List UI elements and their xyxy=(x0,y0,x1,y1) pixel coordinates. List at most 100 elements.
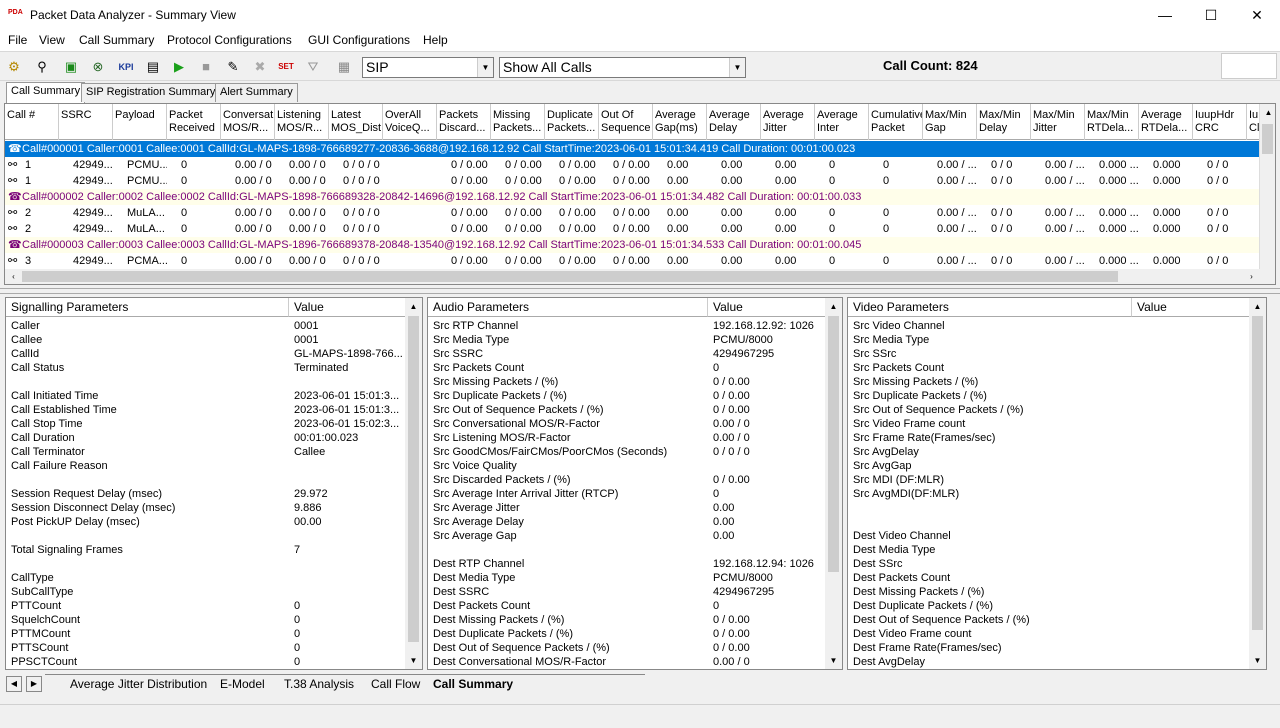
tab-t38-analysis[interactable]: T.38 Analysis xyxy=(284,675,354,693)
chevron-down-icon[interactable]: ▼ xyxy=(477,58,493,77)
scroll-down-icon[interactable]: ▼ xyxy=(825,652,842,669)
panel-splitter[interactable] xyxy=(0,288,1280,294)
scroll-up-icon[interactable]: ▲ xyxy=(1260,104,1275,121)
column-header[interactable]: Missing Packets... xyxy=(491,104,545,140)
column-header[interactable]: Max/Min RTDela... xyxy=(1085,104,1139,140)
column-header[interactable]: Average RTDela... xyxy=(1139,104,1193,140)
stop-icon[interactable]: ■ xyxy=(196,57,216,77)
menu-view[interactable]: View xyxy=(39,33,65,47)
column-header[interactable]: Payload xyxy=(113,104,167,140)
stream-row[interactable]: ⚯ 2 42949... MuLA... 0 0.00 / 0 0.00 / 0 0 / 0 … xyxy=(5,205,1267,221)
menu-protocol-configurations[interactable]: Protocol Configurations xyxy=(167,33,292,47)
menu-file[interactable]: File xyxy=(8,33,27,47)
play-icon[interactable]: ▶ xyxy=(169,57,189,77)
stream-row[interactable]: ⚯ 2 42949... MuLA... 0 0.00 / 0 0.00 / 0 0 / 0 … xyxy=(5,221,1267,237)
stream-row[interactable]: ⚯ 3 42949... PCMA... 0 0.00 / 0 0.00 / 0 0 / 0 … xyxy=(5,253,1267,269)
tab-call-summary-bottom[interactable]: Call Summary xyxy=(433,675,513,693)
stream-row[interactable]: ⚯ 1 42949... PCMU... 0 0.00 / 0 0.00 / 0 0 / 0 … xyxy=(5,173,1267,189)
scroll-thumb[interactable] xyxy=(1262,124,1273,154)
search-icon[interactable]: ⚲ xyxy=(32,57,52,77)
column-header[interactable]: Duplicate Packets... xyxy=(545,104,599,140)
scroll-up-icon[interactable]: ▲ xyxy=(825,298,842,315)
chevron-down-icon[interactable]: ▼ xyxy=(729,58,745,77)
scroll-up-icon[interactable]: ▲ xyxy=(405,298,422,315)
column-header[interactable]: Packets Discard... xyxy=(437,104,491,140)
tab-scroll-right-icon[interactable]: ▶ xyxy=(26,676,42,692)
signalling-value-header[interactable]: Value xyxy=(289,298,407,317)
column-header[interactable]: Out Of Sequence xyxy=(599,104,653,140)
scroll-thumb[interactable] xyxy=(828,316,839,572)
grid-cell: 0 xyxy=(829,175,836,187)
parameter-value xyxy=(294,529,406,543)
filter-icon[interactable]: ✖ xyxy=(250,57,270,77)
scroll-thumb[interactable] xyxy=(1252,316,1263,630)
column-header[interactable]: Call # xyxy=(5,104,59,140)
scroll-thumb[interactable] xyxy=(408,316,419,642)
grid-vertical-scrollbar[interactable]: ▲ xyxy=(1259,104,1275,270)
menu-gui-configurations[interactable]: GUI Configurations xyxy=(308,33,410,47)
minimize-button[interactable]: — xyxy=(1142,0,1188,31)
call-row[interactable]: ☎ Call#000001 Caller:0001 Callee:0001 Cal… xyxy=(5,141,1267,157)
audio-header[interactable]: Audio Parameters xyxy=(428,298,708,317)
report-icon[interactable]: ▤ xyxy=(143,57,163,77)
column-header[interactable]: Conversat MOS/R... xyxy=(221,104,275,140)
scroll-right-icon[interactable]: › xyxy=(1243,268,1260,284)
protocol-select[interactable]: SIP ▼ xyxy=(362,57,494,78)
audio-scrollbar[interactable]: ▲ ▼ xyxy=(825,298,842,669)
tab-sip-registration-summary[interactable]: SIP Registration Summary xyxy=(81,83,221,102)
tab-scroll-left-icon[interactable]: ◀ xyxy=(6,676,22,692)
tab-e-model[interactable]: E-Model xyxy=(220,675,265,693)
tab-call-flow[interactable]: Call Flow xyxy=(371,675,420,693)
column-header[interactable]: Max/Min Delay xyxy=(977,104,1031,140)
scroll-down-icon[interactable]: ▼ xyxy=(405,652,422,669)
column-header[interactable]: OverAll VoiceQ... xyxy=(383,104,437,140)
tab-alert-summary[interactable]: Alert Summary xyxy=(215,83,298,102)
column-header[interactable]: Average Jitter xyxy=(761,104,815,140)
parameter-value xyxy=(1137,529,1249,543)
call-row[interactable]: ☎ Call#000003 Caller:0003 Callee:0003 Cal… xyxy=(5,237,1267,253)
log-icon[interactable]: ▦ xyxy=(334,57,354,77)
column-header[interactable]: Average Delay xyxy=(707,104,761,140)
parameter-value: 2023-06-01 15:02:3... xyxy=(294,418,400,430)
grid-horizontal-scrollbar[interactable]: ‹ › xyxy=(5,269,1275,284)
column-header[interactable]: Latest MOS_Dist xyxy=(329,104,383,140)
column-header[interactable]: SSRC xyxy=(59,104,113,140)
maximize-button[interactable]: ☐ xyxy=(1188,0,1234,31)
column-header[interactable]: IuupHdr CRC xyxy=(1193,104,1247,140)
parameter-value: 0 xyxy=(294,656,301,668)
call-row[interactable]: ☎ Call#000002 Caller:0002 Callee:0002 Cal… xyxy=(5,189,1267,205)
signalling-scrollbar[interactable]: ▲ ▼ xyxy=(405,298,422,669)
column-header[interactable]: Average Inter xyxy=(815,104,869,140)
export-icon[interactable]: ▣ xyxy=(61,57,81,77)
column-header[interactable]: Packet Received xyxy=(167,104,221,140)
parameter-label: PTTCount xyxy=(11,600,62,612)
kpi-icon[interactable]: KPI xyxy=(116,57,136,77)
column-header[interactable]: Listening MOS/R... xyxy=(275,104,329,140)
column-header[interactable]: Cumulative Packet xyxy=(869,104,923,140)
scroll-left-icon[interactable]: ‹ xyxy=(5,268,22,284)
close-button[interactable]: ✕ xyxy=(1234,0,1280,31)
menu-call-summary[interactable]: Call Summary xyxy=(79,33,154,47)
column-header[interactable]: Max/Min Gap xyxy=(923,104,977,140)
set-icon[interactable]: SET xyxy=(276,57,296,77)
clear-icon[interactable]: ✎ xyxy=(223,57,243,77)
menu-help[interactable]: Help xyxy=(423,33,448,47)
settings-icon[interactable]: ⚙ xyxy=(4,57,24,77)
tab-average-jitter-distribution[interactable]: Average Jitter Distribution xyxy=(70,675,207,693)
column-header[interactable]: Average Gap(ms) xyxy=(653,104,707,140)
video-header[interactable]: Video Parameters xyxy=(848,298,1132,317)
column-header[interactable]: Max/Min Jitter xyxy=(1031,104,1085,140)
binoculars-icon[interactable]: ⊗ xyxy=(88,57,108,77)
signalling-header[interactable]: Signalling Parameters xyxy=(6,298,289,317)
scroll-up-icon[interactable]: ▲ xyxy=(1249,298,1266,315)
stream-row[interactable]: ⚯ 1 42949... PCMU... 0 0.00 / 0 0.00 / 0 0 / 0 … xyxy=(5,157,1267,173)
scroll-thumb[interactable] xyxy=(22,271,1118,282)
video-scrollbar[interactable]: ▲ ▼ xyxy=(1249,298,1266,669)
video-value-header[interactable]: Value xyxy=(1132,298,1251,317)
parameter-label: Src Average Gap xyxy=(433,530,517,542)
funnel-icon[interactable]: ⛛ xyxy=(303,57,323,77)
audio-value-header[interactable]: Value xyxy=(708,298,827,317)
scroll-down-icon[interactable]: ▼ xyxy=(1249,652,1266,669)
call-filter-select[interactable]: Show All Calls ▼ xyxy=(499,57,746,78)
tab-call-summary[interactable]: Call Summary xyxy=(6,82,86,103)
